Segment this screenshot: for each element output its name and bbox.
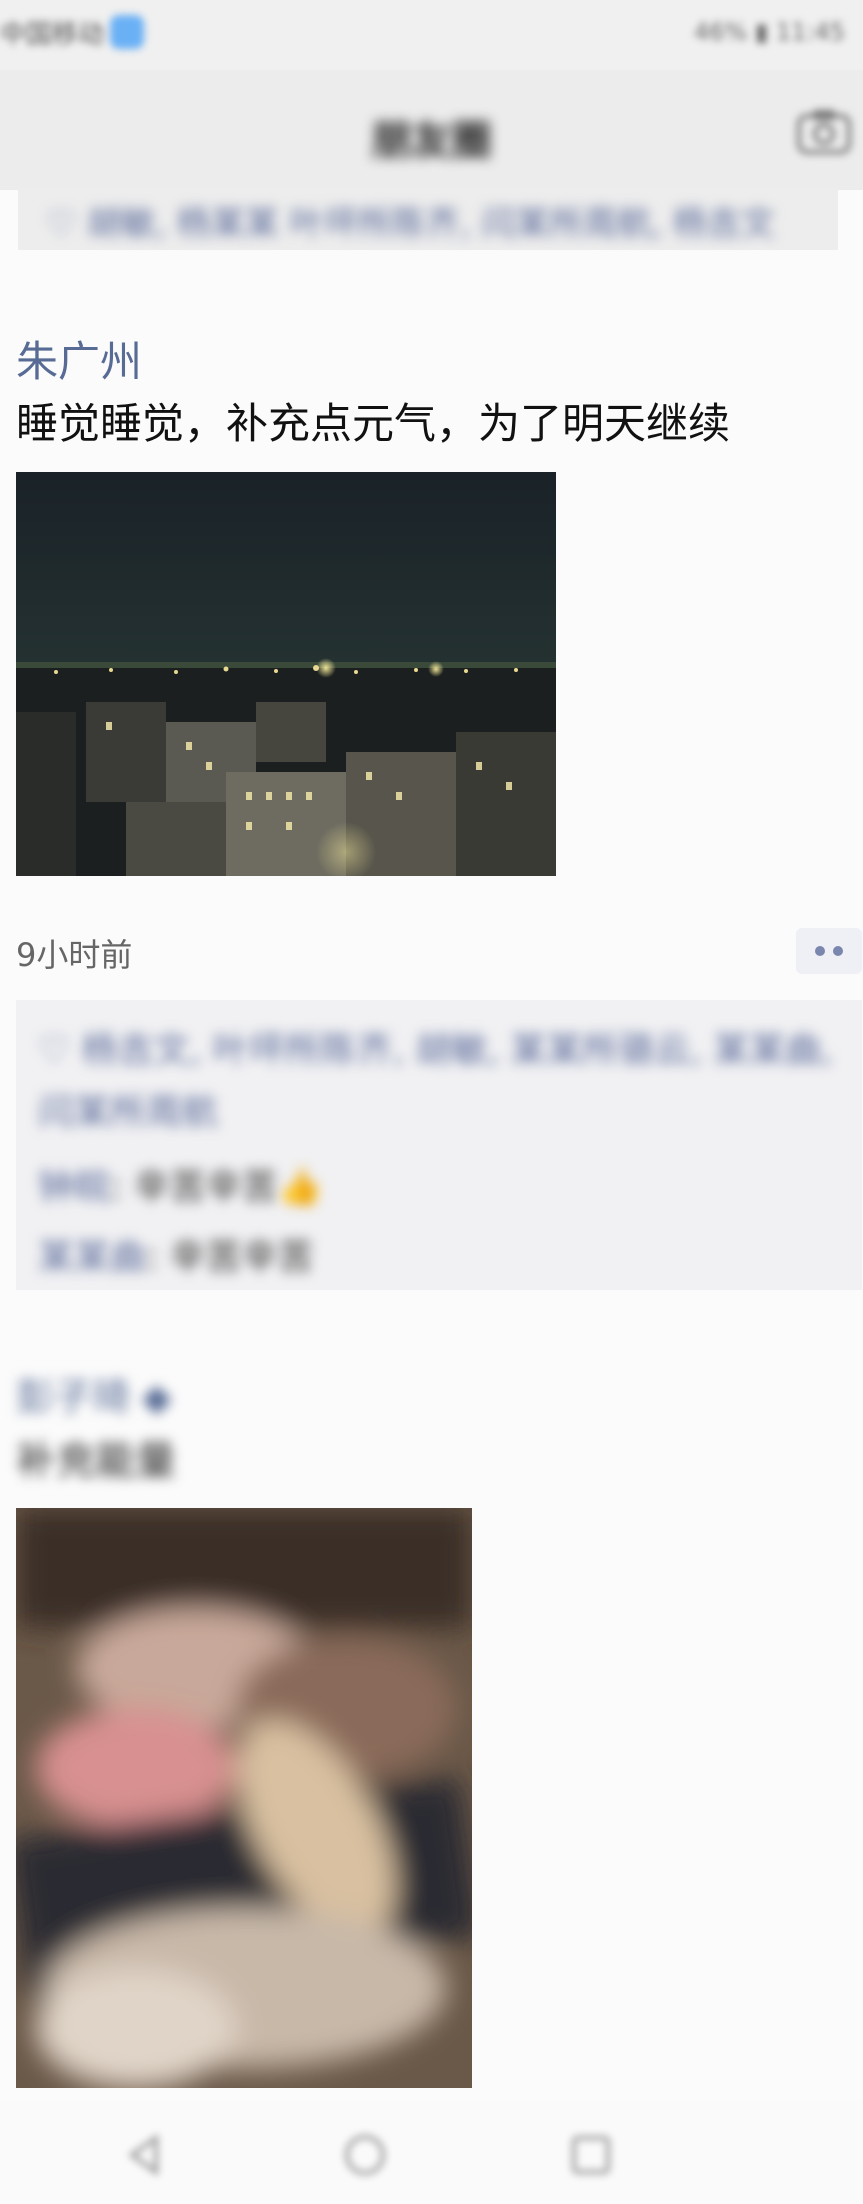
food-photo	[16, 1508, 472, 2088]
post-photo[interactable]	[16, 1508, 472, 2088]
post-text: 睡觉睡觉，补充点元气，为了明天继续	[16, 399, 731, 448]
more-icon	[815, 946, 825, 956]
post-text: 补充能量	[16, 1438, 176, 1484]
more-icon-dot	[833, 946, 843, 956]
more-options-button[interactable]	[796, 928, 862, 974]
status-right: 46% ▮ 11:45	[694, 14, 845, 50]
home-icon[interactable]	[340, 2130, 390, 2180]
back-icon[interactable]	[120, 2130, 170, 2180]
likes-list[interactable]: ♡ 杨吉文, 叶坪所陈齐, 胡敏, 某某所骆云, 某某曲, 闫某所周航	[38, 1020, 858, 1144]
camera-icon[interactable]	[795, 106, 853, 156]
carrier-label: 中国移动	[0, 19, 105, 50]
post-photo[interactable]	[16, 472, 556, 876]
status-bar: 中国移动 46% ▮ 11:45	[0, 0, 863, 70]
comment-text: : 辛苦辛苦	[146, 1237, 314, 1278]
wifi-icon	[110, 15, 145, 49]
page-title: 朋友圈	[371, 118, 492, 164]
post-author[interactable]: 彭子琦 ◆	[16, 1366, 171, 1421]
post-author[interactable]: 朱广州	[16, 328, 142, 389]
comment-text: : 辛苦辛苦👍	[110, 1167, 323, 1208]
likes-comments-box: ♡ 杨吉文, 叶坪所陈齐, 胡敏, 某某所骆云, 某某曲, 闫某所周航 钟皖: …	[16, 1000, 862, 1290]
nav-bar: 朋友圈	[0, 70, 863, 190]
recents-icon[interactable]	[566, 2130, 616, 2180]
comment-item[interactable]: 钟皖: 辛苦辛苦👍	[38, 1158, 322, 1210]
comment-author[interactable]: 某某曲	[38, 1237, 146, 1278]
post-time: 9小时前	[16, 936, 133, 974]
comment-author[interactable]: 钟皖	[38, 1167, 110, 1208]
system-nav-bar	[0, 2100, 863, 2204]
likes-text[interactable]: ♡ 胡敏, 杨某某 叶坪所陈齐, 闫某所周航, 杨吉文	[46, 196, 775, 245]
night-city-photo	[16, 472, 556, 876]
status-left: 中国移动	[0, 14, 145, 50]
status-right-text: 46% ▮ 11:45	[694, 18, 845, 46]
previous-post-likes: ♡ 胡敏, 杨某某 叶坪所陈齐, 闫某所周航, 杨吉文	[18, 188, 838, 250]
comment-item[interactable]: 某某曲: 辛苦辛苦	[38, 1228, 314, 1280]
